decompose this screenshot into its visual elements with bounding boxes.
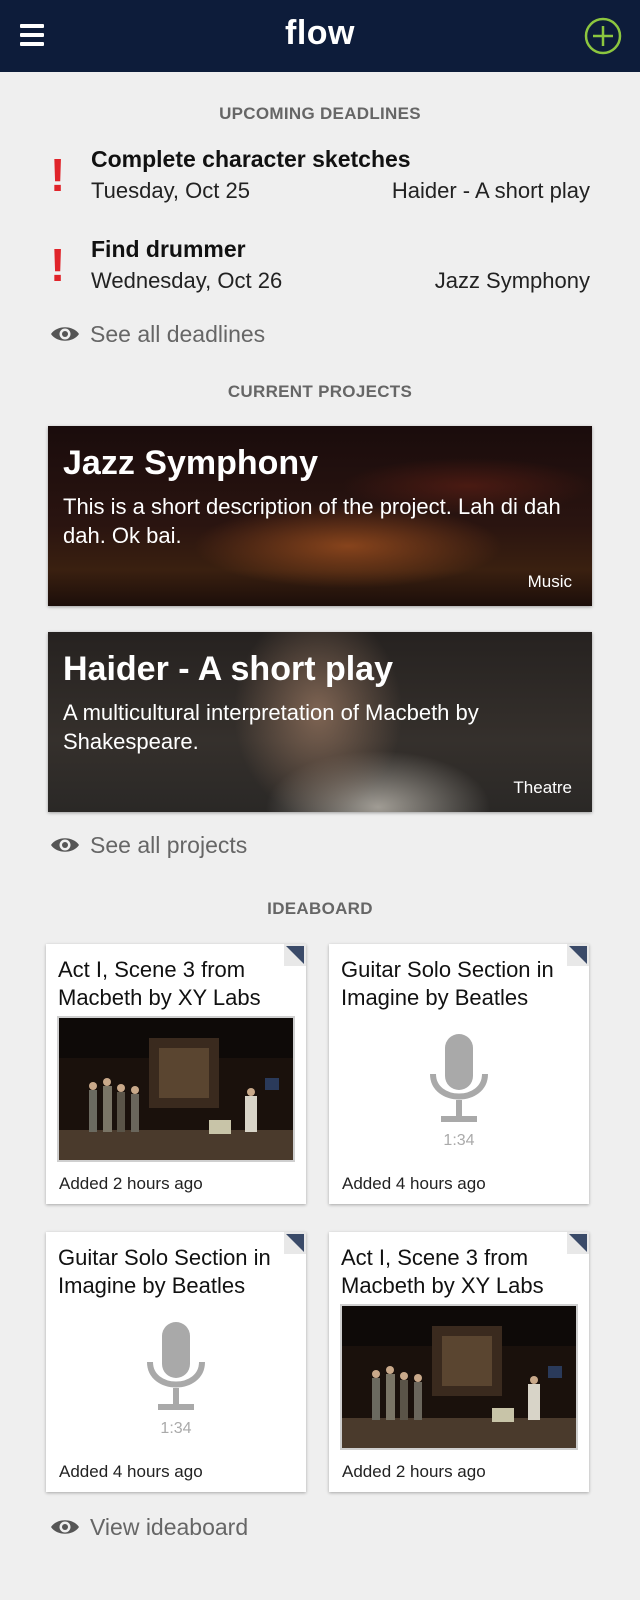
idea-title: Act I, Scene 3 from Macbeth by XY Labs — [58, 957, 261, 1010]
microphone-icon — [147, 1322, 205, 1410]
project-category: Theatre — [513, 778, 572, 797]
eye-icon — [51, 1520, 79, 1534]
see-all-deadlines-link[interactable]: See all deadlines — [50, 319, 265, 349]
project-card-haider[interactable]: Haider - A short play A multicultural in… — [48, 632, 592, 812]
project-title: Jazz Symphony — [63, 444, 319, 482]
idea-added-time: Added 4 hours ago — [59, 1462, 203, 1481]
idea-card[interactable]: Guitar Solo Section in Imagine by Beatle… — [46, 1232, 306, 1492]
idea-added-time: Added 4 hours ago — [342, 1174, 486, 1193]
project-title: Haider - A short play — [63, 650, 393, 688]
stage-photo — [57, 1016, 295, 1162]
ideaboard-heading: IDEABOARD — [267, 899, 373, 918]
urgent-icon: ! — [50, 149, 66, 201]
stage-photo — [340, 1304, 578, 1450]
idea-title: Guitar Solo Section in Imagine by Beatle… — [58, 1245, 271, 1298]
app-header: flow — [0, 0, 640, 72]
deadline-date: Tuesday, Oct 25 — [91, 178, 250, 203]
deadline-project: Jazz Symphony — [434, 268, 590, 293]
deadline-date: Wednesday, Oct 26 — [91, 268, 283, 293]
project-card-jazz-symphony[interactable]: Jazz Symphony This is a short descriptio… — [48, 426, 592, 606]
project-description: This is a short description of the proje… — [63, 494, 561, 548]
idea-title: Act I, Scene 3 from Macbeth by XY Labs — [341, 1245, 544, 1298]
app-title: flow — [285, 14, 355, 52]
idea-added-time: Added 2 hours ago — [342, 1462, 486, 1481]
eye-icon — [51, 838, 79, 852]
see-all-deadlines-label: See all deadlines — [90, 320, 266, 347]
idea-card[interactable]: Guitar Solo Section in Imagine by Beatle… — [329, 944, 589, 1204]
urgent-icon: ! — [50, 239, 66, 291]
deadline-item[interactable]: ! Complete character sketches Tuesday, O… — [50, 146, 590, 216]
deadline-item[interactable]: ! Find drummer Wednesday, Oct 26 Jazz Sy… — [50, 236, 590, 306]
microphone-icon — [430, 1034, 488, 1122]
deadline-title: Find drummer — [91, 236, 246, 262]
deadline-title: Complete character sketches — [91, 146, 411, 172]
idea-title: Guitar Solo Section in Imagine by Beatle… — [341, 957, 554, 1010]
view-ideaboard-link[interactable]: View ideaboard — [50, 1512, 248, 1542]
idea-card[interactable]: Act I, Scene 3 from Macbeth by XY Labs A… — [46, 944, 306, 1204]
see-all-projects-label: See all projects — [90, 831, 248, 858]
plus-circle-icon[interactable] — [584, 17, 622, 55]
see-all-projects-link[interactable]: See all projects — [50, 830, 247, 860]
idea-added-time: Added 2 hours ago — [59, 1174, 203, 1193]
project-category: Music — [527, 572, 572, 591]
project-description: A multicultural interpretation of Macbet… — [63, 700, 479, 754]
eye-icon — [51, 327, 79, 341]
view-ideaboard-label: View ideaboard — [90, 1513, 249, 1540]
audio-duration: 1:34 — [443, 1132, 475, 1149]
deadline-project: Haider - A short play — [391, 178, 590, 203]
deadlines-heading: UPCOMING DEADLINES — [219, 104, 421, 123]
idea-card[interactable]: Act I, Scene 3 from Macbeth by XY Labs A… — [329, 1232, 589, 1492]
projects-heading: CURRENT PROJECTS — [227, 382, 413, 401]
audio-duration: 1:34 — [160, 1420, 192, 1437]
